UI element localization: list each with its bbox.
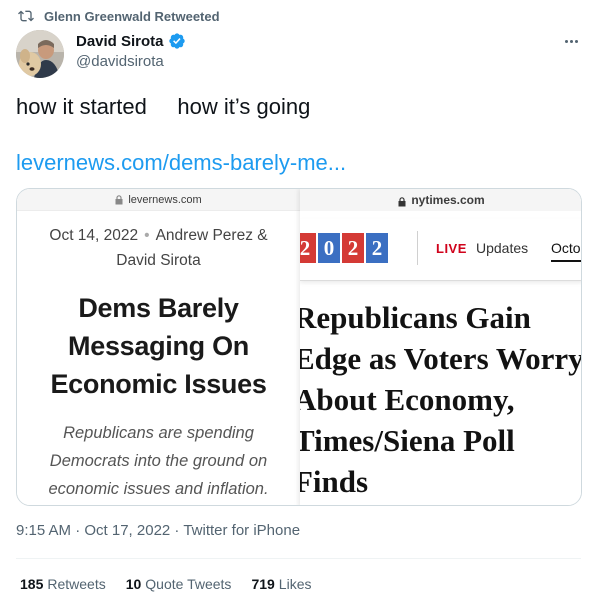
divider <box>16 558 581 559</box>
nyt-domain: nytimes.com <box>411 193 485 207</box>
lock-icon <box>398 196 406 206</box>
nyt-address-bar: nytimes.com <box>300 189 581 211</box>
nyt-headline-line: Edge as Voters Worry <box>300 341 582 376</box>
quote-tweets-label: Quote Tweets <box>145 576 232 592</box>
lever-subhead-line: Republicans are spending <box>63 424 254 442</box>
tweet-media-image[interactable]: levernews.com Oct 14, 2022 • Andrew Perez … <box>16 188 582 506</box>
quote-tweets-count: 10 <box>125 576 142 592</box>
likes-label: Likes <box>278 576 312 592</box>
nyt-headline-line: Times/Siena Poll <box>300 423 515 458</box>
nyt-headline-line: Finds <box>300 464 369 499</box>
likes-count: 719 <box>251 576 275 592</box>
lever-headline-line: Economic Issues <box>50 369 267 399</box>
lever-authors-line1: Andrew Perez & <box>155 227 268 244</box>
quote-tweets-stat[interactable]: 10 Quote Tweets <box>126 576 232 592</box>
tweet-timestamp[interactable]: 9:15 AM · Oct 17, 2022 · Twitter for iPh… <box>16 522 300 539</box>
retweets-stat[interactable]: 185 Retweets <box>20 576 106 592</box>
lever-address-bar: levernews.com <box>17 189 300 211</box>
year-digit: 0 <box>318 233 340 263</box>
divider <box>417 231 418 265</box>
retweets-count: 185 <box>20 576 44 592</box>
retweet-context[interactable]: Glenn Greenwald Retweeted <box>18 6 220 26</box>
year-digit: 2 <box>366 233 388 263</box>
retweet-icon <box>18 10 34 22</box>
lever-subhead-line: economic issues and inflation. <box>48 480 269 498</box>
retweet-context-text: Glenn Greenwald Retweeted <box>44 8 220 24</box>
author-handle[interactable]: @davidsirota <box>76 53 186 70</box>
author-name[interactable]: David Sirota <box>76 33 164 50</box>
election-year-logo: 2 0 2 2 <box>300 233 388 263</box>
nyt-headline: Republicans Gain Edge as Voters Worry Ab… <box>300 297 582 502</box>
likes-stat[interactable]: 719 Likes <box>251 576 311 592</box>
year-digit: 2 <box>300 233 316 263</box>
lever-date: Oct 14, 2022 <box>49 227 139 244</box>
tweet-link[interactable]: levernews.com/dems-barely-me... <box>16 150 346 176</box>
live-label: LIVE <box>436 241 467 256</box>
lever-headline-line: Messaging On <box>68 331 249 361</box>
author-block[interactable]: David Sirota @davidsirota <box>76 32 186 70</box>
lever-authors-line2: David Sirota <box>116 252 201 269</box>
lever-domain: levernews.com <box>128 193 202 206</box>
nyt-headline-line: About Economy, <box>300 382 515 417</box>
updates-label: Updates <box>476 240 529 256</box>
lever-headline: Dems Barely Messaging On Economic Issues <box>17 289 300 403</box>
more-options-icon[interactable] <box>561 34 581 48</box>
bullet-separator: • <box>144 227 150 244</box>
nyt-screenshot: nytimes.com 2 0 2 2 LIVE Updates Octo Re… <box>300 189 582 505</box>
lever-byline: Oct 14, 2022 • Andrew Perez & David Sirota <box>17 223 300 273</box>
engagement-stats: 185 Retweets 10 Quote Tweets 719 Likes <box>20 576 311 592</box>
verified-badge-icon <box>168 33 185 49</box>
lever-screenshot: levernews.com Oct 14, 2022 • Andrew Perez … <box>17 189 300 505</box>
tweet-text: how it started how it’s going <box>16 94 311 119</box>
lever-subhead: Republicans are spending Democrats into … <box>17 419 300 503</box>
nyt-headline-line: Republicans Gain <box>300 300 531 335</box>
lock-icon <box>115 195 123 205</box>
year-digit: 2 <box>342 233 364 263</box>
avatar[interactable] <box>16 30 64 78</box>
date-tab: Octo <box>551 240 581 262</box>
retweets-label: Retweets <box>47 576 106 592</box>
nyt-header-strip: 2 0 2 2 LIVE Updates Octo <box>300 219 581 281</box>
lever-headline-line: Dems Barely <box>78 293 239 323</box>
lever-subhead-line: Democrats into the ground on <box>49 452 268 470</box>
